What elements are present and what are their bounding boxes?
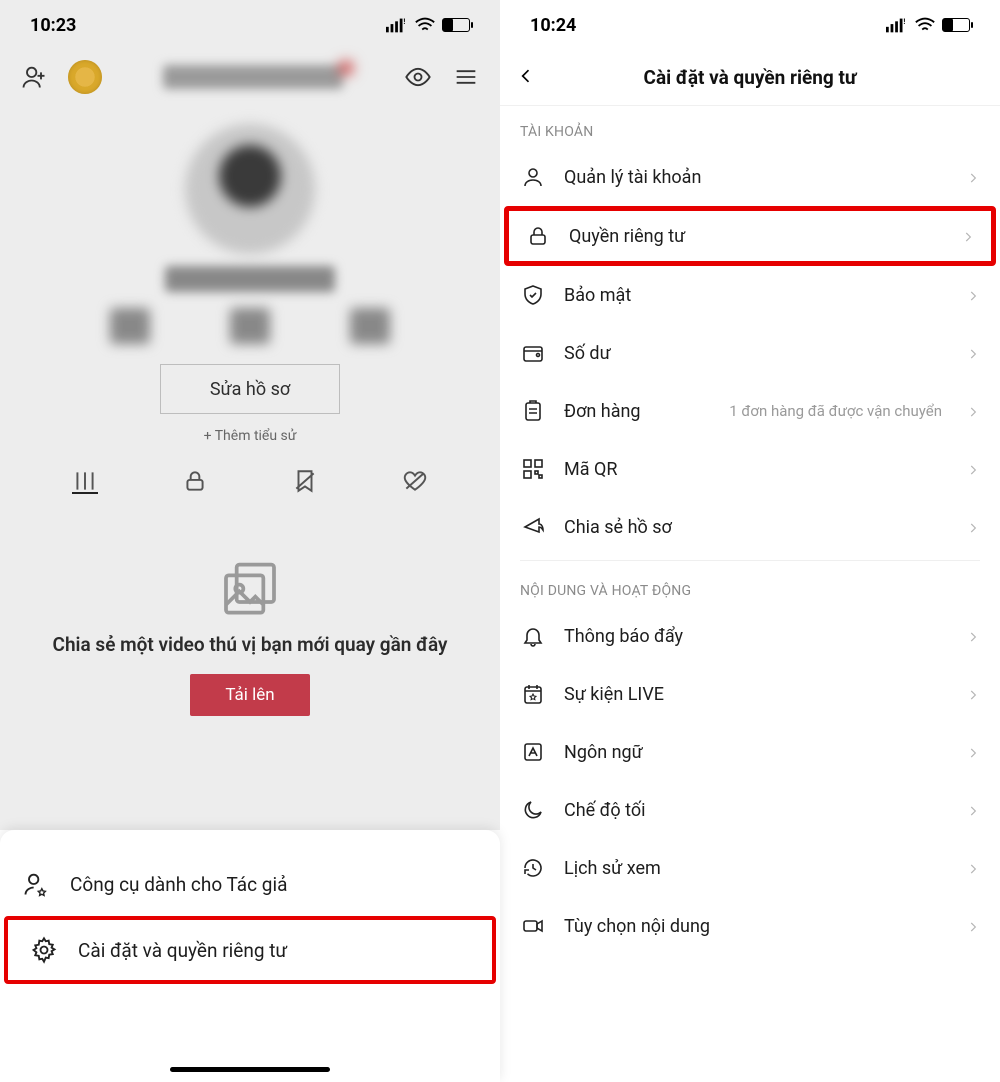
tab-private[interactable] [182,468,208,494]
history-icon [520,855,546,881]
gear-icon [30,936,58,964]
upload-button[interactable]: Tải lên [190,674,310,716]
add-friend-icon[interactable] [20,63,48,91]
stat-following-blur [110,308,150,344]
share-icon [520,514,546,540]
person-star-icon [22,870,50,898]
chevron-right-icon [966,462,980,476]
status-time: 10:23 [30,15,76,36]
item-label: Đơn hàng [564,401,711,422]
sheet-creator-tools[interactable]: Công cụ dành cho Tác giả [0,854,500,914]
moon-icon [520,797,546,823]
sheet-settings-privacy[interactable]: Cài đặt và quyền riêng tư [4,916,496,984]
status-icons: ! [886,17,970,33]
svg-text:!: ! [903,17,905,26]
item-qr[interactable]: Mã QR [500,440,1000,498]
item-security[interactable]: Bảo mật [500,266,1000,324]
tab-liked[interactable] [402,468,428,494]
stat-followers-blur [230,308,270,344]
clipboard-icon [520,398,546,424]
section-content: NỘI DUNG VÀ HOẠT ĐỘNG [500,565,1000,607]
item-label: Ngôn ngữ [564,742,948,763]
item-dark-mode[interactable]: Chế độ tối [500,781,1000,839]
item-language[interactable]: Ngôn ngữ [500,723,1000,781]
chevron-right-icon [966,687,980,701]
chevron-right-icon [966,745,980,759]
status-time: 10:24 [530,15,576,36]
item-label: Mã QR [564,459,948,480]
sheet-item-label: Cài đặt và quyền riêng tư [78,939,287,962]
empty-state-title: Chia sẻ một video thú vị bạn mới quay gầ… [50,632,450,658]
edit-profile-button[interactable]: Sửa hồ sơ [160,364,340,414]
item-label: Bảo mật [564,285,948,306]
item-watch-history[interactable]: Lịch sử xem [500,839,1000,897]
chevron-right-icon [966,346,980,360]
item-manage-account[interactable]: Quản lý tài khoản [500,148,1000,206]
back-button[interactable] [516,66,536,90]
bell-icon [520,623,546,649]
item-label: Chia sẻ hồ sơ [564,517,948,538]
seasonal-badge-icon[interactable] [68,60,102,94]
section-account: TÀI KHOẢN [500,106,1000,148]
item-share-profile[interactable]: Chia sẻ hồ sơ [500,498,1000,556]
svg-text:!: ! [403,17,405,26]
item-push[interactable]: Thông báo đẩy [500,607,1000,665]
shield-icon [520,282,546,308]
eye-icon[interactable] [404,63,432,91]
avatar-blurred [185,124,315,254]
chevron-right-icon [966,404,980,418]
item-label: Sự kiện LIVE [564,684,948,705]
item-label: Thông báo đẩy [564,626,948,647]
video-icon [520,913,546,939]
stat-likes-blur [350,308,390,344]
divider [520,560,980,561]
person-icon [520,164,546,190]
page-title: Cài đặt và quyền riêng tư [644,66,857,89]
chevron-right-icon [966,170,980,184]
chevron-right-icon [966,861,980,875]
item-label: Quyền riêng tư [569,226,943,247]
qr-icon [520,456,546,482]
item-content-pref[interactable]: Tùy chọn nội dung [500,897,1000,955]
tab-saved[interactable] [292,468,318,494]
item-label: Quản lý tài khoản [564,167,948,188]
chevron-right-icon [966,288,980,302]
lock-icon [525,223,551,249]
username-blurred [165,266,335,292]
chevron-right-icon [966,629,980,643]
chevron-right-icon [966,803,980,817]
home-indicator [170,1067,330,1072]
item-label: Chế độ tối [564,800,948,821]
item-label: Số dư [564,343,948,364]
item-live-events[interactable]: Sự kiện LIVE [500,665,1000,723]
add-bio-button[interactable]: + Thêm tiểu sử [0,428,500,444]
status-icons: ! [386,17,470,33]
sheet-item-label: Công cụ dành cho Tác giả [70,873,287,896]
calendar-star-icon [520,681,546,707]
tab-grid[interactable] [72,468,98,494]
item-orders[interactable]: Đơn hàng 1 đơn hàng đã được vận chuyển [500,382,1000,440]
chevron-right-icon [961,229,975,243]
item-label: Lịch sử xem [564,858,948,879]
item-label: Tùy chọn nội dung [564,916,948,937]
item-extra: 1 đơn hàng đã được vận chuyển [729,402,942,420]
gallery-icon [50,554,450,622]
wallet-icon [520,340,546,366]
chevron-right-icon [966,919,980,933]
menu-icon[interactable] [452,63,480,91]
item-privacy[interactable]: Quyền riêng tư [504,206,996,266]
chevron-right-icon [966,520,980,534]
item-balance[interactable]: Số dư [500,324,1000,382]
profile-name-blurred [163,65,343,89]
language-icon [520,739,546,765]
